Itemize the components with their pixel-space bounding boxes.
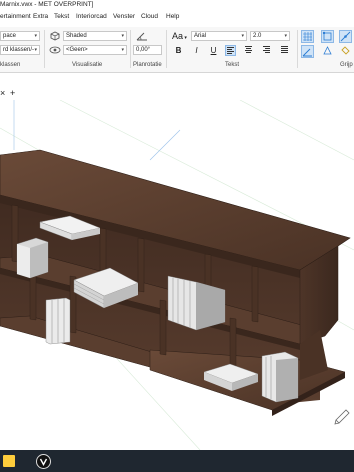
font-size-field[interactable]: 2.0 ▾: [250, 31, 290, 41]
ribbon-toolbar: pace ▾ rd klassen/- ▾ Shaded ▾ <Geen> ▾ 0,00…: [0, 27, 354, 73]
bookcase-3d-model: [0, 100, 354, 450]
snap-angle-icon[interactable]: [301, 45, 314, 58]
font-style-button[interactable]: Aa ▾: [172, 30, 187, 44]
menu-interiorcad[interactable]: Interiorcad: [76, 11, 107, 23]
justify-icon[interactable]: [279, 45, 290, 56]
menu-cloud[interactable]: Cloud: [141, 11, 158, 23]
title-bar: Marnix.vwx - MET OVERPRINT]: [0, 0, 354, 9]
group-label-classes: klassen: [0, 62, 21, 68]
drawing-canvas[interactable]: [0, 100, 354, 450]
underline-button[interactable]: U: [208, 45, 219, 56]
menu-extra[interactable]: Extra: [33, 11, 48, 23]
snap-edge-icon[interactable]: [339, 30, 352, 43]
bold-button[interactable]: B: [173, 45, 184, 56]
pen-tool-icon[interactable]: [334, 409, 350, 425]
class-filter-field[interactable]: rd klassen/- ▾: [0, 45, 40, 55]
menu-tekst[interactable]: Tekst: [54, 11, 69, 23]
group-label-snap: Grijp: [340, 62, 353, 68]
snap-grid-icon[interactable]: [301, 30, 314, 43]
font-name-field[interactable]: Arial ▾: [191, 31, 247, 41]
document-tab-strip: × +: [0, 87, 354, 101]
snap-point-icon[interactable]: [321, 45, 334, 58]
view-icon[interactable]: [49, 45, 61, 55]
menu-venster[interactable]: Venster: [113, 11, 135, 23]
view-select[interactable]: <Geen> ▾: [63, 45, 127, 55]
window-title: Marnix.vwx - MET OVERPRINT]: [0, 1, 94, 8]
close-tab-icon[interactable]: ×: [0, 87, 5, 100]
align-center-icon[interactable]: [243, 45, 254, 56]
file-explorer-icon[interactable]: [3, 455, 15, 467]
taskbar: [0, 450, 354, 472]
angle-field[interactable]: 0,00°: [133, 45, 162, 55]
menu-entertainment[interactable]: ertainment: [0, 11, 31, 23]
group-label-visualisation: Visualisatie: [72, 62, 103, 68]
align-left-icon[interactable]: [225, 45, 236, 56]
align-right-icon[interactable]: [261, 45, 272, 56]
render-mode-icon[interactable]: [49, 31, 61, 41]
menu-help[interactable]: Help: [166, 11, 179, 23]
italic-button[interactable]: I: [191, 45, 202, 56]
group-label-text: Tekst: [225, 62, 240, 68]
menu-bar: ertainment Extra Tekst Interiorcad Venst…: [0, 11, 354, 23]
add-tab-icon[interactable]: +: [10, 87, 15, 100]
vectorworks-app-icon[interactable]: [36, 454, 51, 469]
angle-icon: [136, 31, 148, 41]
render-mode-select[interactable]: Shaded ▾: [63, 31, 127, 41]
class-field[interactable]: pace ▾: [0, 31, 40, 41]
snap-object-icon[interactable]: [321, 30, 334, 43]
snap-tangent-icon[interactable]: [339, 45, 352, 58]
group-label-plane: Planrotatie: [133, 62, 162, 68]
